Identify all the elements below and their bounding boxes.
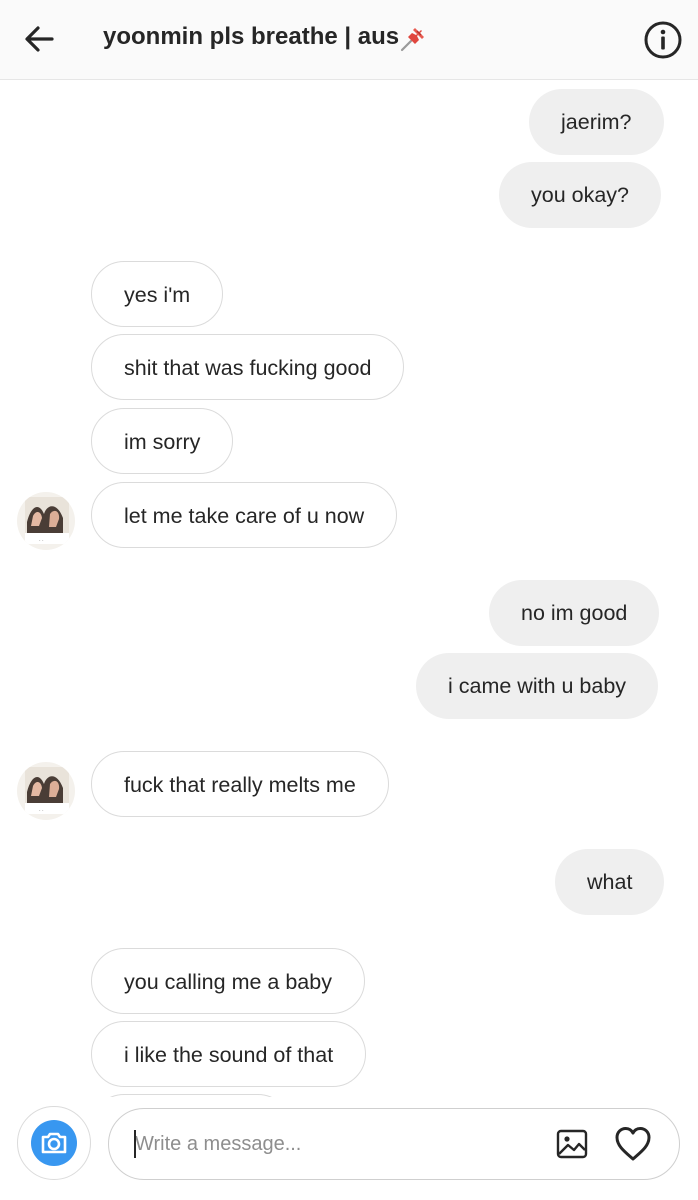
incoming-message[interactable]: fuck that really melts me — [91, 751, 389, 817]
incoming-message[interactable]: yes i'm — [91, 261, 224, 327]
chat-header: yoonmin pls breathe | aus — [0, 0, 698, 80]
camera-icon — [31, 1120, 77, 1166]
svg-text:· ·: · · — [39, 538, 44, 544]
outgoing-message[interactable]: no im good — [489, 580, 660, 646]
incoming-message[interactable]: shit that was fucking good — [91, 334, 405, 400]
message-composer — [0, 1097, 698, 1200]
text-caret — [134, 1130, 136, 1158]
svg-text:· ·: · · — [39, 808, 44, 814]
outgoing-message[interactable]: jaerim? — [529, 89, 664, 155]
avatar[interactable]: · · — [17, 492, 75, 550]
incoming-message[interactable]: let me take care of u now — [91, 482, 398, 548]
incoming-message[interactable]: i like the sound of that — [91, 1021, 367, 1087]
gallery-icon[interactable] — [555, 1127, 589, 1161]
outgoing-message[interactable]: you okay? — [499, 162, 662, 228]
info-icon[interactable] — [643, 20, 683, 60]
heart-icon[interactable] — [613, 1125, 653, 1163]
message-input-wrapper — [108, 1108, 680, 1180]
incoming-message[interactable]: im sorry — [91, 408, 234, 474]
message-input[interactable] — [133, 1125, 537, 1163]
avatar[interactable]: · · — [17, 762, 75, 820]
camera-button[interactable] — [17, 1106, 91, 1180]
incoming-message[interactable]: you calling me a baby — [91, 948, 365, 1014]
outgoing-message[interactable]: i came with u baby — [416, 653, 659, 719]
outgoing-message[interactable]: what — [555, 849, 665, 915]
pushpin-icon — [398, 22, 430, 54]
back-arrow-icon[interactable] — [22, 22, 56, 56]
chat-title[interactable]: yoonmin pls breathe | aus — [103, 23, 399, 51]
